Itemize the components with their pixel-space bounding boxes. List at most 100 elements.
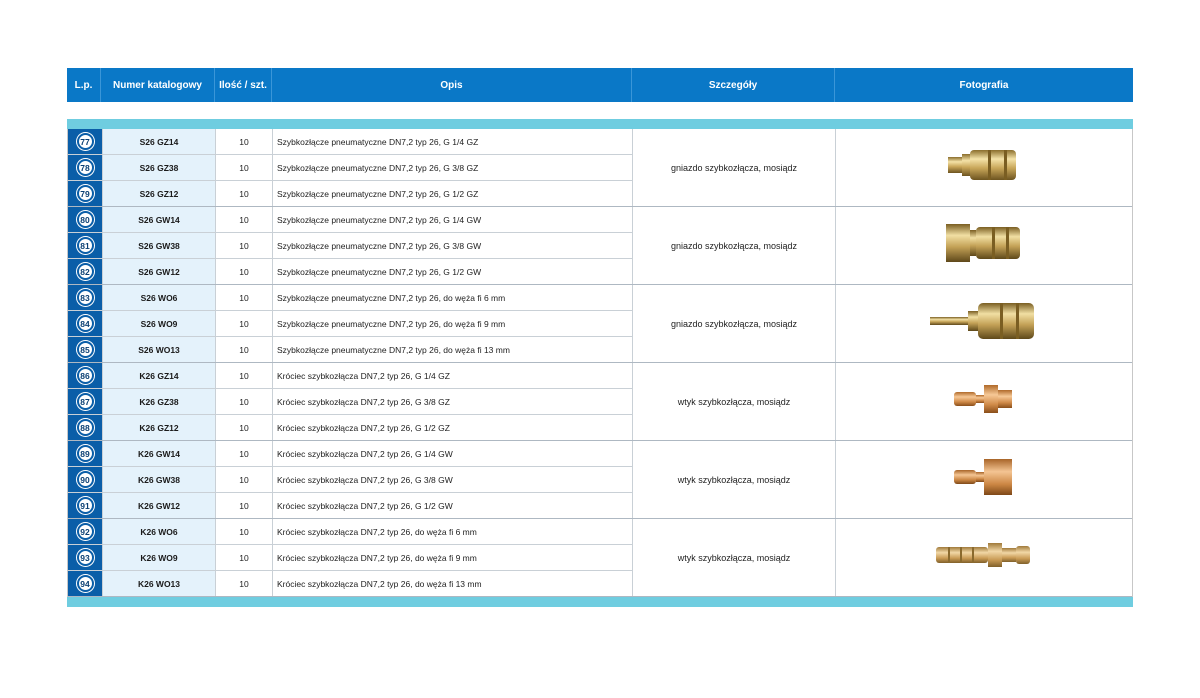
- details-cell: wtyk szybkozłącza, mosiądz: [633, 519, 836, 596]
- row-number-badge: 85: [76, 341, 94, 358]
- row-number-badge: 86: [76, 367, 94, 384]
- description: Króciec szybkozłącza DN7,2 typ 26, G 3/8…: [273, 389, 633, 414]
- product-group: 92 K26 WO6 10 Króciec szybkozłącza DN7,2…: [68, 519, 1132, 597]
- description: Szybkozłącze pneumatyczne DN7,2 typ 26, …: [273, 129, 633, 154]
- socket-coupler-male-thread-icon: [944, 143, 1024, 192]
- lp-cell: 91: [68, 493, 102, 518]
- description: Króciec szybkozłącza DN7,2 typ 26, G 1/4…: [273, 363, 633, 388]
- row-number-badge: 87: [76, 393, 94, 410]
- catalog-number: K26 GZ14: [102, 363, 216, 388]
- catalog-number: S26 GW38: [102, 233, 216, 258]
- description: Szybkozłącze pneumatyczne DN7,2 typ 26, …: [273, 233, 633, 258]
- quantity: 10: [216, 207, 273, 232]
- table-header: L.p. Numer katalogowy Ilość / szt. Opis …: [67, 68, 1133, 102]
- photo-cell: [836, 441, 1132, 518]
- catalog-number: K26 GW38: [102, 467, 216, 492]
- table-row: 84 S26 WO9 10 Szybkozłącze pneumatyczne …: [68, 311, 633, 337]
- lp-cell: 78: [68, 155, 102, 180]
- description: Szybkozłącze pneumatyczne DN7,2 typ 26, …: [273, 285, 633, 310]
- details-cell: gniazdo szybkozłącza, mosiądz: [633, 129, 836, 206]
- group-rows: 89 K26 GW14 10 Króciec szybkozłącza DN7,…: [68, 441, 633, 518]
- description: Króciec szybkozłącza DN7,2 typ 26, do wę…: [273, 519, 633, 544]
- lp-cell: 82: [68, 259, 102, 284]
- details-cell: wtyk szybkozłącza, mosiądz: [633, 441, 836, 518]
- quantity: 10: [216, 233, 273, 258]
- group-rows: 86 K26 GZ14 10 Króciec szybkozłącza DN7,…: [68, 363, 633, 440]
- catalog-table: L.p. Numer katalogowy Ilość / szt. Opis …: [67, 68, 1133, 607]
- row-number-badge: 90: [76, 471, 94, 488]
- photo-cell: [836, 285, 1132, 362]
- catalog-number: K26 GW12: [102, 493, 216, 518]
- table-row: 78 S26 GZ38 10 Szybkozłącze pneumatyczne…: [68, 155, 633, 181]
- catalog-number: K26 GZ12: [102, 415, 216, 440]
- quantity: 10: [216, 415, 273, 440]
- photo-cell: [836, 363, 1132, 440]
- lp-cell: 77: [68, 129, 102, 154]
- quantity: 10: [216, 337, 273, 362]
- quantity: 10: [216, 467, 273, 492]
- row-number-badge: 88: [76, 419, 94, 436]
- lp-cell: 87: [68, 389, 102, 414]
- catalog-number: S26 GW12: [102, 259, 216, 284]
- description: Szybkozłącze pneumatyczne DN7,2 typ 26, …: [273, 181, 633, 206]
- table-row: 81 S26 GW38 10 Szybkozłącze pneumatyczne…: [68, 233, 633, 259]
- product-group: 77 S26 GZ14 10 Szybkozłącze pneumatyczne…: [68, 129, 1132, 207]
- table-row: 85 S26 WO13 10 Szybkozłącze pneumatyczne…: [68, 337, 633, 362]
- details-cell: gniazdo szybkozłącza, mosiądz: [633, 285, 836, 362]
- row-number-badge: 77: [76, 133, 94, 150]
- details-cell: wtyk szybkozłącza, mosiądz: [633, 363, 836, 440]
- header-gap: [67, 102, 1133, 119]
- quantity: 10: [216, 311, 273, 336]
- table-row: 93 K26 WO9 10 Króciec szybkozłącza DN7,2…: [68, 545, 633, 571]
- lp-cell: 88: [68, 415, 102, 440]
- header-catalog-number: Numer katalogowy: [101, 68, 215, 102]
- header-quantity: Ilość / szt.: [215, 68, 272, 102]
- row-number-badge: 93: [76, 549, 94, 566]
- table-row: 86 K26 GZ14 10 Króciec szybkozłącza DN7,…: [68, 363, 633, 389]
- row-number-badge: 92: [76, 523, 94, 540]
- catalog-number: S26 GW14: [102, 207, 216, 232]
- description: Szybkozłącze pneumatyczne DN7,2 typ 26, …: [273, 155, 633, 180]
- description: Króciec szybkozłącza DN7,2 typ 26, do wę…: [273, 571, 633, 596]
- catalog-number: S26 WO9: [102, 311, 216, 336]
- lp-cell: 83: [68, 285, 102, 310]
- quantity: 10: [216, 129, 273, 154]
- quantity: 10: [216, 285, 273, 310]
- row-number-badge: 94: [76, 575, 94, 592]
- top-band: [67, 119, 1133, 129]
- product-group: 89 K26 GW14 10 Króciec szybkozłącza DN7,…: [68, 441, 1132, 519]
- socket-coupler-hose-barb-icon: [928, 297, 1040, 350]
- plug-female-thread-icon: [952, 457, 1016, 502]
- lp-cell: 94: [68, 571, 102, 596]
- description: Szybkozłącze pneumatyczne DN7,2 typ 26, …: [273, 207, 633, 232]
- row-number-badge: 82: [76, 263, 94, 280]
- table-row: 94 K26 WO13 10 Króciec szybkozłącza DN7,…: [68, 571, 633, 596]
- table-row: 82 S26 GW12 10 Szybkozłącze pneumatyczne…: [68, 259, 633, 284]
- catalog-number: S26 GZ38: [102, 155, 216, 180]
- quantity: 10: [216, 259, 273, 284]
- header-description: Opis: [272, 68, 632, 102]
- quantity: 10: [216, 363, 273, 388]
- plug-hose-barb-icon: [934, 539, 1034, 576]
- details-cell: gniazdo szybkozłącza, mosiądz: [633, 207, 836, 284]
- catalog-number: S26 GZ12: [102, 181, 216, 206]
- table-row: 83 S26 WO6 10 Szybkozłącze pneumatyczne …: [68, 285, 633, 311]
- plug-male-thread-icon: [952, 381, 1016, 422]
- photo-cell: [836, 519, 1132, 596]
- catalog-number: S26 GZ14: [102, 129, 216, 154]
- catalog-number: K26 GW14: [102, 441, 216, 466]
- description: Króciec szybkozłącza DN7,2 typ 26, G 1/2…: [273, 415, 633, 440]
- row-number-badge: 79: [76, 185, 94, 202]
- lp-cell: 92: [68, 519, 102, 544]
- lp-cell: 81: [68, 233, 102, 258]
- product-group: 80 S26 GW14 10 Szybkozłącze pneumatyczne…: [68, 207, 1132, 285]
- quantity: 10: [216, 493, 273, 518]
- quantity: 10: [216, 181, 273, 206]
- group-rows: 80 S26 GW14 10 Szybkozłącze pneumatyczne…: [68, 207, 633, 284]
- table-row: 88 K26 GZ12 10 Króciec szybkozłącza DN7,…: [68, 415, 633, 440]
- quantity: 10: [216, 519, 273, 544]
- quantity: 10: [216, 545, 273, 570]
- bottom-band: [67, 597, 1133, 607]
- table-row: 89 K26 GW14 10 Króciec szybkozłącza DN7,…: [68, 441, 633, 467]
- table-row: 79 S26 GZ12 10 Szybkozłącze pneumatyczne…: [68, 181, 633, 206]
